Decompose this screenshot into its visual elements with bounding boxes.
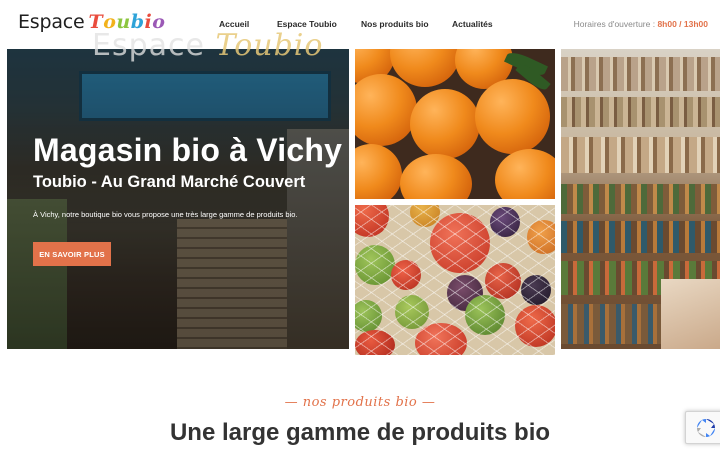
store-sign-brand: Toubio (215, 28, 324, 63)
orange (475, 79, 550, 154)
section-tagline: — nos produits bio — (284, 395, 436, 410)
orange (355, 144, 402, 199)
nav-item-actualites[interactable]: Actualités (452, 19, 493, 29)
orange (355, 74, 417, 146)
hero-title: Magasin bio à Vichy (33, 132, 343, 168)
hero-description: À Vichy, notre boutique bio vous propose… (33, 210, 298, 219)
logo-word: Espace (18, 11, 85, 33)
learn-more-button[interactable]: EN SAVOIR PLUS (33, 242, 111, 266)
opening-hours: Horaires d'ouverture : 8h00 / 13h00 (574, 19, 708, 29)
section-title: Une large gamme de produits bio (169, 419, 551, 446)
produce-net (355, 205, 555, 355)
opening-hours-time: 8h00 / 13h00 (657, 19, 708, 29)
tomatoes-photo (355, 205, 555, 355)
opening-hours-label: Horaires d'ouverture : (573, 19, 658, 29)
store-sign-word: Espace (92, 28, 205, 63)
shelf-row (561, 221, 720, 253)
store-floor (661, 279, 720, 349)
store-shelves-photo (561, 49, 720, 349)
shelf-row (561, 137, 720, 173)
shelf-row (561, 57, 720, 91)
hero-subtitle: Toubio - Au Grand Marché Couvert (33, 173, 306, 191)
hero-banner (7, 49, 349, 349)
recaptcha-icon (696, 418, 715, 437)
store-sign-text: Espace Toubio (92, 28, 323, 63)
orange (495, 149, 555, 199)
hero-overlay (7, 49, 349, 349)
orange (400, 154, 472, 199)
oranges-photo (355, 49, 555, 199)
shelf-row (561, 184, 720, 214)
shelf-row (561, 97, 720, 127)
orange (410, 89, 480, 159)
recaptcha-badge[interactable] (685, 411, 720, 444)
nav-item-nos-produits-bio[interactable]: Nos produits bio (361, 19, 429, 29)
